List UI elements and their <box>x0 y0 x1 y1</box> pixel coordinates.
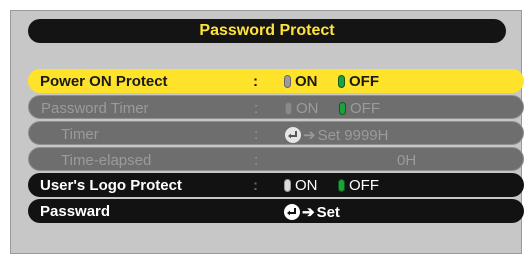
power-on-protect-row[interactable]: Power ON Protect : ON OFF <box>28 69 524 93</box>
indicator-on-icon <box>339 102 346 115</box>
password-timer-label: Password Timer <box>41 100 149 117</box>
right-arrow-icon: ➔ <box>302 204 315 221</box>
password-timer-row: Password Timer : ON OFF <box>28 95 524 119</box>
colon: : <box>254 152 259 169</box>
right-arrow-icon: ➔ <box>303 127 316 144</box>
colon: : <box>254 126 259 143</box>
power-on-on-option[interactable]: ON <box>284 73 318 90</box>
password-timer-off-option: OFF <box>339 100 380 117</box>
password-set-action[interactable]: ➔ Set <box>284 203 340 221</box>
password-protect-panel: Password Protect Power ON Protect : ON O… <box>10 10 524 254</box>
users-logo-protect-row[interactable]: User's Logo Protect : ON OFF <box>28 173 524 197</box>
time-elapsed-label: Time-elapsed <box>61 152 152 169</box>
indicator-on-icon <box>338 179 345 192</box>
indicator-off-icon <box>284 75 291 88</box>
power-on-protect-label: Power ON Protect <box>40 73 168 90</box>
password-label: Passward <box>40 203 111 220</box>
indicator-off-icon <box>285 102 292 115</box>
power-on-off-option[interactable]: OFF <box>338 73 379 90</box>
timer-set-action: ➔ Set 9999H <box>285 126 388 144</box>
colon: : <box>253 177 258 194</box>
indicator-off-icon <box>284 179 291 192</box>
timer-row: Timer : ➔ Set 9999H <box>28 121 524 145</box>
users-logo-protect-label: User's Logo Protect <box>40 177 182 194</box>
logo-protect-off-option[interactable]: OFF <box>338 177 379 194</box>
logo-protect-on-option[interactable]: ON <box>284 177 318 194</box>
page-title: Password Protect <box>199 22 335 39</box>
indicator-on-icon <box>338 75 345 88</box>
password-row[interactable]: Passward ➔ Set <box>28 199 524 223</box>
title-bar: Password Protect <box>28 19 506 43</box>
timer-label: Timer <box>61 126 99 143</box>
enter-key-icon <box>284 204 300 220</box>
enter-key-icon <box>285 127 301 143</box>
password-timer-on-option: ON <box>285 100 319 117</box>
colon: : <box>254 100 259 117</box>
time-elapsed-value: 0H <box>397 152 417 169</box>
time-elapsed-row: Time-elapsed : 0H <box>28 147 524 171</box>
colon: : <box>253 73 258 90</box>
